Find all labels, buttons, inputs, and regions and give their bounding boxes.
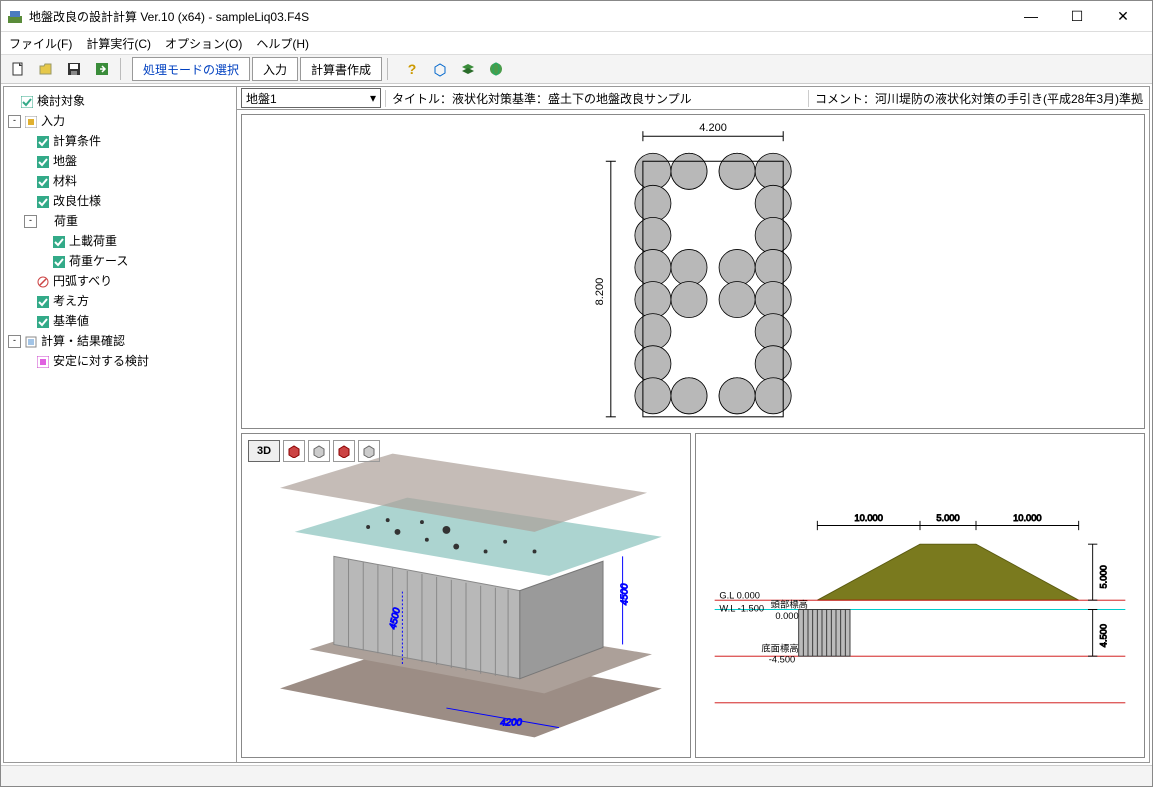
menu-bar: ファイル(F) 計算実行(C) オプション(O) ヘルプ(H) [1,32,1152,55]
ground-select[interactable]: 地盤1▾ [241,88,381,108]
mode-select-button[interactable]: 処理モードの選択 [132,57,250,81]
3d-view-panel[interactable]: 3D [241,433,691,758]
svg-text:4.500: 4.500 [1099,624,1109,647]
tree-item-load[interactable]: -荷重 上載荷重 荷重ケース [24,211,234,271]
view-cube-4[interactable] [358,440,380,462]
svg-text:4200: 4200 [500,718,522,729]
main-area: 検討対象 -入力 計算条件 地盤 材料 改良仕様 -荷重 上載荷重 荷重ケース [3,86,1150,763]
input-tab-button[interactable]: 入力 [252,57,298,81]
tree-item-approach[interactable]: 考え方 [24,291,234,311]
svg-text:10.000: 10.000 [1013,513,1042,523]
svg-text:-4.500: -4.500 [769,655,795,665]
menu-help[interactable]: ヘルプ(H) [256,35,309,52]
menu-calc[interactable]: 計算実行(C) [86,35,151,52]
tree-item-load-case[interactable]: 荷重ケース [40,251,234,271]
status-bar [1,765,1152,786]
separator [387,58,394,80]
3d-button[interactable]: 3D [248,440,280,462]
view-panels: 4.200 8.200 [237,110,1149,762]
title-bar: 地盤改良の設計計算 Ver.10 (x64) - sampleLiq03.F4S… [1,1,1152,32]
maximize-button[interactable]: ☐ [1054,1,1100,31]
tree-item-standard[interactable]: 基準値 [24,311,234,331]
comment-label: コメント：河川堤防の液状化対策の手引き(平成28年3月)準拠 [808,90,1149,107]
new-button[interactable] [5,57,31,81]
separator [120,58,127,80]
tree-item-improve-spec[interactable]: 改良仕様 [24,191,234,211]
title-label: タイトル：液状化対策基準：盛土下の地盤改良サンプル [385,90,698,107]
toolbar: 処理モードの選択 入力 計算書作成 ? [1,55,1152,84]
view-cube-3[interactable] [333,440,355,462]
3d-toolbar: 3D [248,440,380,462]
window-controls: — ☐ ✕ [1008,1,1146,31]
svg-text:0.000: 0.000 [775,611,798,621]
tree-item-surcharge[interactable]: 上載荷重 [40,231,234,251]
svg-text:8.200: 8.200 [594,278,606,306]
globe-icon[interactable] [483,57,509,81]
tree-root-target[interactable]: 検討対象 [8,91,234,111]
tree-root-result[interactable]: -計算・結果確認 安定に対する検討 [8,331,234,371]
svg-text:G.L 0.000: G.L 0.000 [719,590,760,600]
tree-item-calc-cond[interactable]: 計算条件 [24,131,234,151]
view-cube-1[interactable] [283,440,305,462]
tree-item-arc-slip[interactable]: 円弧すべり [24,271,234,291]
svg-text:4.200: 4.200 [699,122,727,134]
content-area: 地盤1▾ タイトル：液状化対策基準：盛土下の地盤改良サンプル コメント：河川堤防… [237,87,1149,762]
svg-text:5.000: 5.000 [936,513,959,523]
open-button[interactable] [33,57,59,81]
tree-item-stability[interactable]: 安定に対する検討 [24,351,234,371]
tree-sidebar: 検討対象 -入力 計算条件 地盤 材料 改良仕様 -荷重 上載荷重 荷重ケース [4,87,237,762]
plan-view-panel[interactable]: 4.200 8.200 [241,114,1145,429]
tree-item-ground[interactable]: 地盤 [24,151,234,171]
save-button[interactable] [61,57,87,81]
report-tab-button[interactable]: 計算書作成 [300,57,382,81]
section-view-panel[interactable]: 10.000 5.000 10.000 G.L 0.000 [695,433,1145,758]
help-icon[interactable]: ? [399,57,425,81]
svg-text:底面標高: 底面標高 [761,643,798,654]
info-bar: 地盤1▾ タイトル：液状化対策基準：盛土下の地盤改良サンプル コメント：河川堤防… [237,87,1149,110]
window-title: 地盤改良の設計計算 Ver.10 (x64) - sampleLiq03.F4S [29,8,1002,25]
menu-options[interactable]: オプション(O) [165,35,242,52]
close-button[interactable]: ✕ [1100,1,1146,31]
menu-file[interactable]: ファイル(F) [9,35,72,52]
svg-text:10.000: 10.000 [854,513,883,523]
minimize-button[interactable]: — [1008,1,1054,31]
tree-root-input[interactable]: -入力 計算条件 地盤 材料 改良仕様 -荷重 上載荷重 荷重ケース 円弧すべり [8,111,234,331]
svg-text:5.000: 5.000 [1099,565,1109,588]
app-icon [7,8,23,24]
chevron-down-icon: ▾ [370,91,376,105]
layers-icon[interactable] [455,57,481,81]
svg-text:W.L -1.500: W.L -1.500 [719,603,764,613]
tree-item-material[interactable]: 材料 [24,171,234,191]
svg-text:頭部標高: 頭部標高 [771,599,808,610]
view-cube-2[interactable] [308,440,330,462]
svg-text:4500: 4500 [620,583,631,605]
app-window: 地盤改良の設計計算 Ver.10 (x64) - sampleLiq03.F4S… [0,0,1153,787]
export-button[interactable] [89,57,115,81]
box-icon[interactable] [427,57,453,81]
